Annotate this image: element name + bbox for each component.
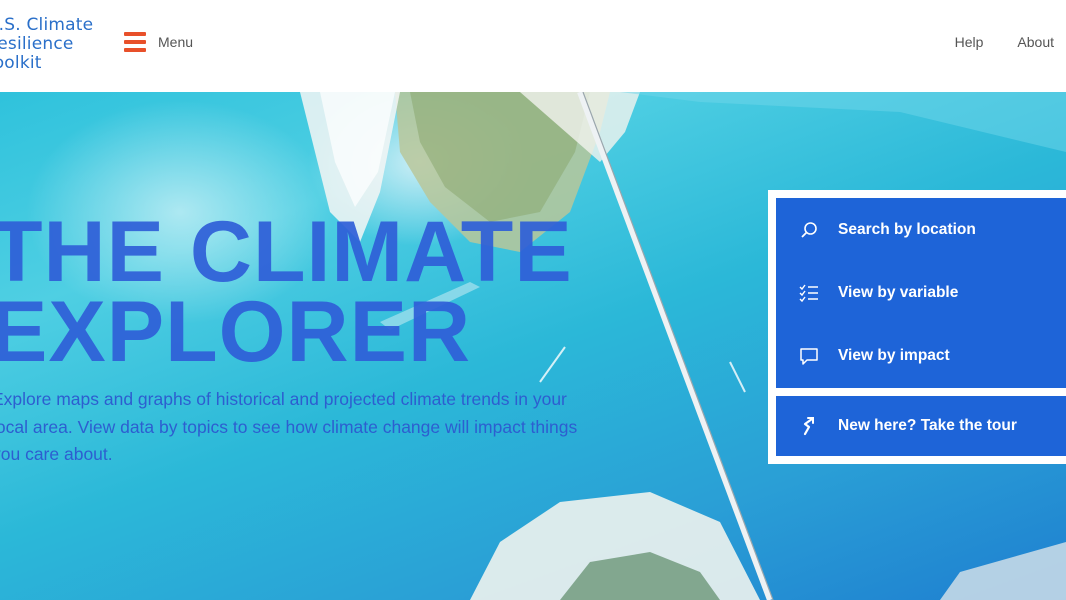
action-panel: Search by location View by variable View… [768, 190, 1066, 464]
menu-label: Menu [158, 34, 194, 50]
take-the-tour-label: New here? Take the tour [838, 417, 1017, 434]
logo-line-1: U.S. Climate [0, 15, 94, 35]
tour-arrow-icon [798, 415, 820, 437]
hero-description: Explore maps and graphs of historical an… [0, 389, 578, 464]
title-line-2: EXPLORER [0, 284, 472, 380]
view-by-impact-label: View by impact [838, 346, 950, 364]
search-by-location-label: Search by location [838, 220, 976, 238]
take-the-tour-button[interactable]: New here? Take the tour [776, 396, 1066, 456]
site-header: U.S. Climate Resilience Toolkit Menu Hel… [0, 0, 1066, 92]
top-nav: Help About [955, 34, 1054, 50]
page-title: THE CLIMATE EXPLORER [0, 204, 573, 380]
view-by-impact-button[interactable]: View by impact [776, 324, 1066, 387]
hamburger-icon[interactable] [124, 31, 146, 53]
speech-bubble-icon [798, 345, 820, 367]
title-line-1: THE CLIMATE [0, 204, 573, 300]
search-icon [798, 219, 820, 241]
view-by-variable-button[interactable]: View by variable [776, 261, 1066, 324]
site-logo[interactable]: U.S. Climate Resilience Toolkit [0, 16, 93, 73]
help-link[interactable]: Help [955, 34, 984, 50]
view-by-variable-label: View by variable [838, 283, 959, 301]
action-list: Search by location View by variable View… [776, 198, 1066, 388]
logo-line-3: Toolkit [0, 53, 42, 73]
logo-line-2: Resilience [0, 34, 74, 54]
checklist-icon [798, 282, 820, 304]
about-link[interactable]: About [1017, 34, 1054, 50]
menu-button[interactable]: Menu [124, 31, 193, 53]
search-by-location-button[interactable]: Search by location [776, 198, 1066, 261]
